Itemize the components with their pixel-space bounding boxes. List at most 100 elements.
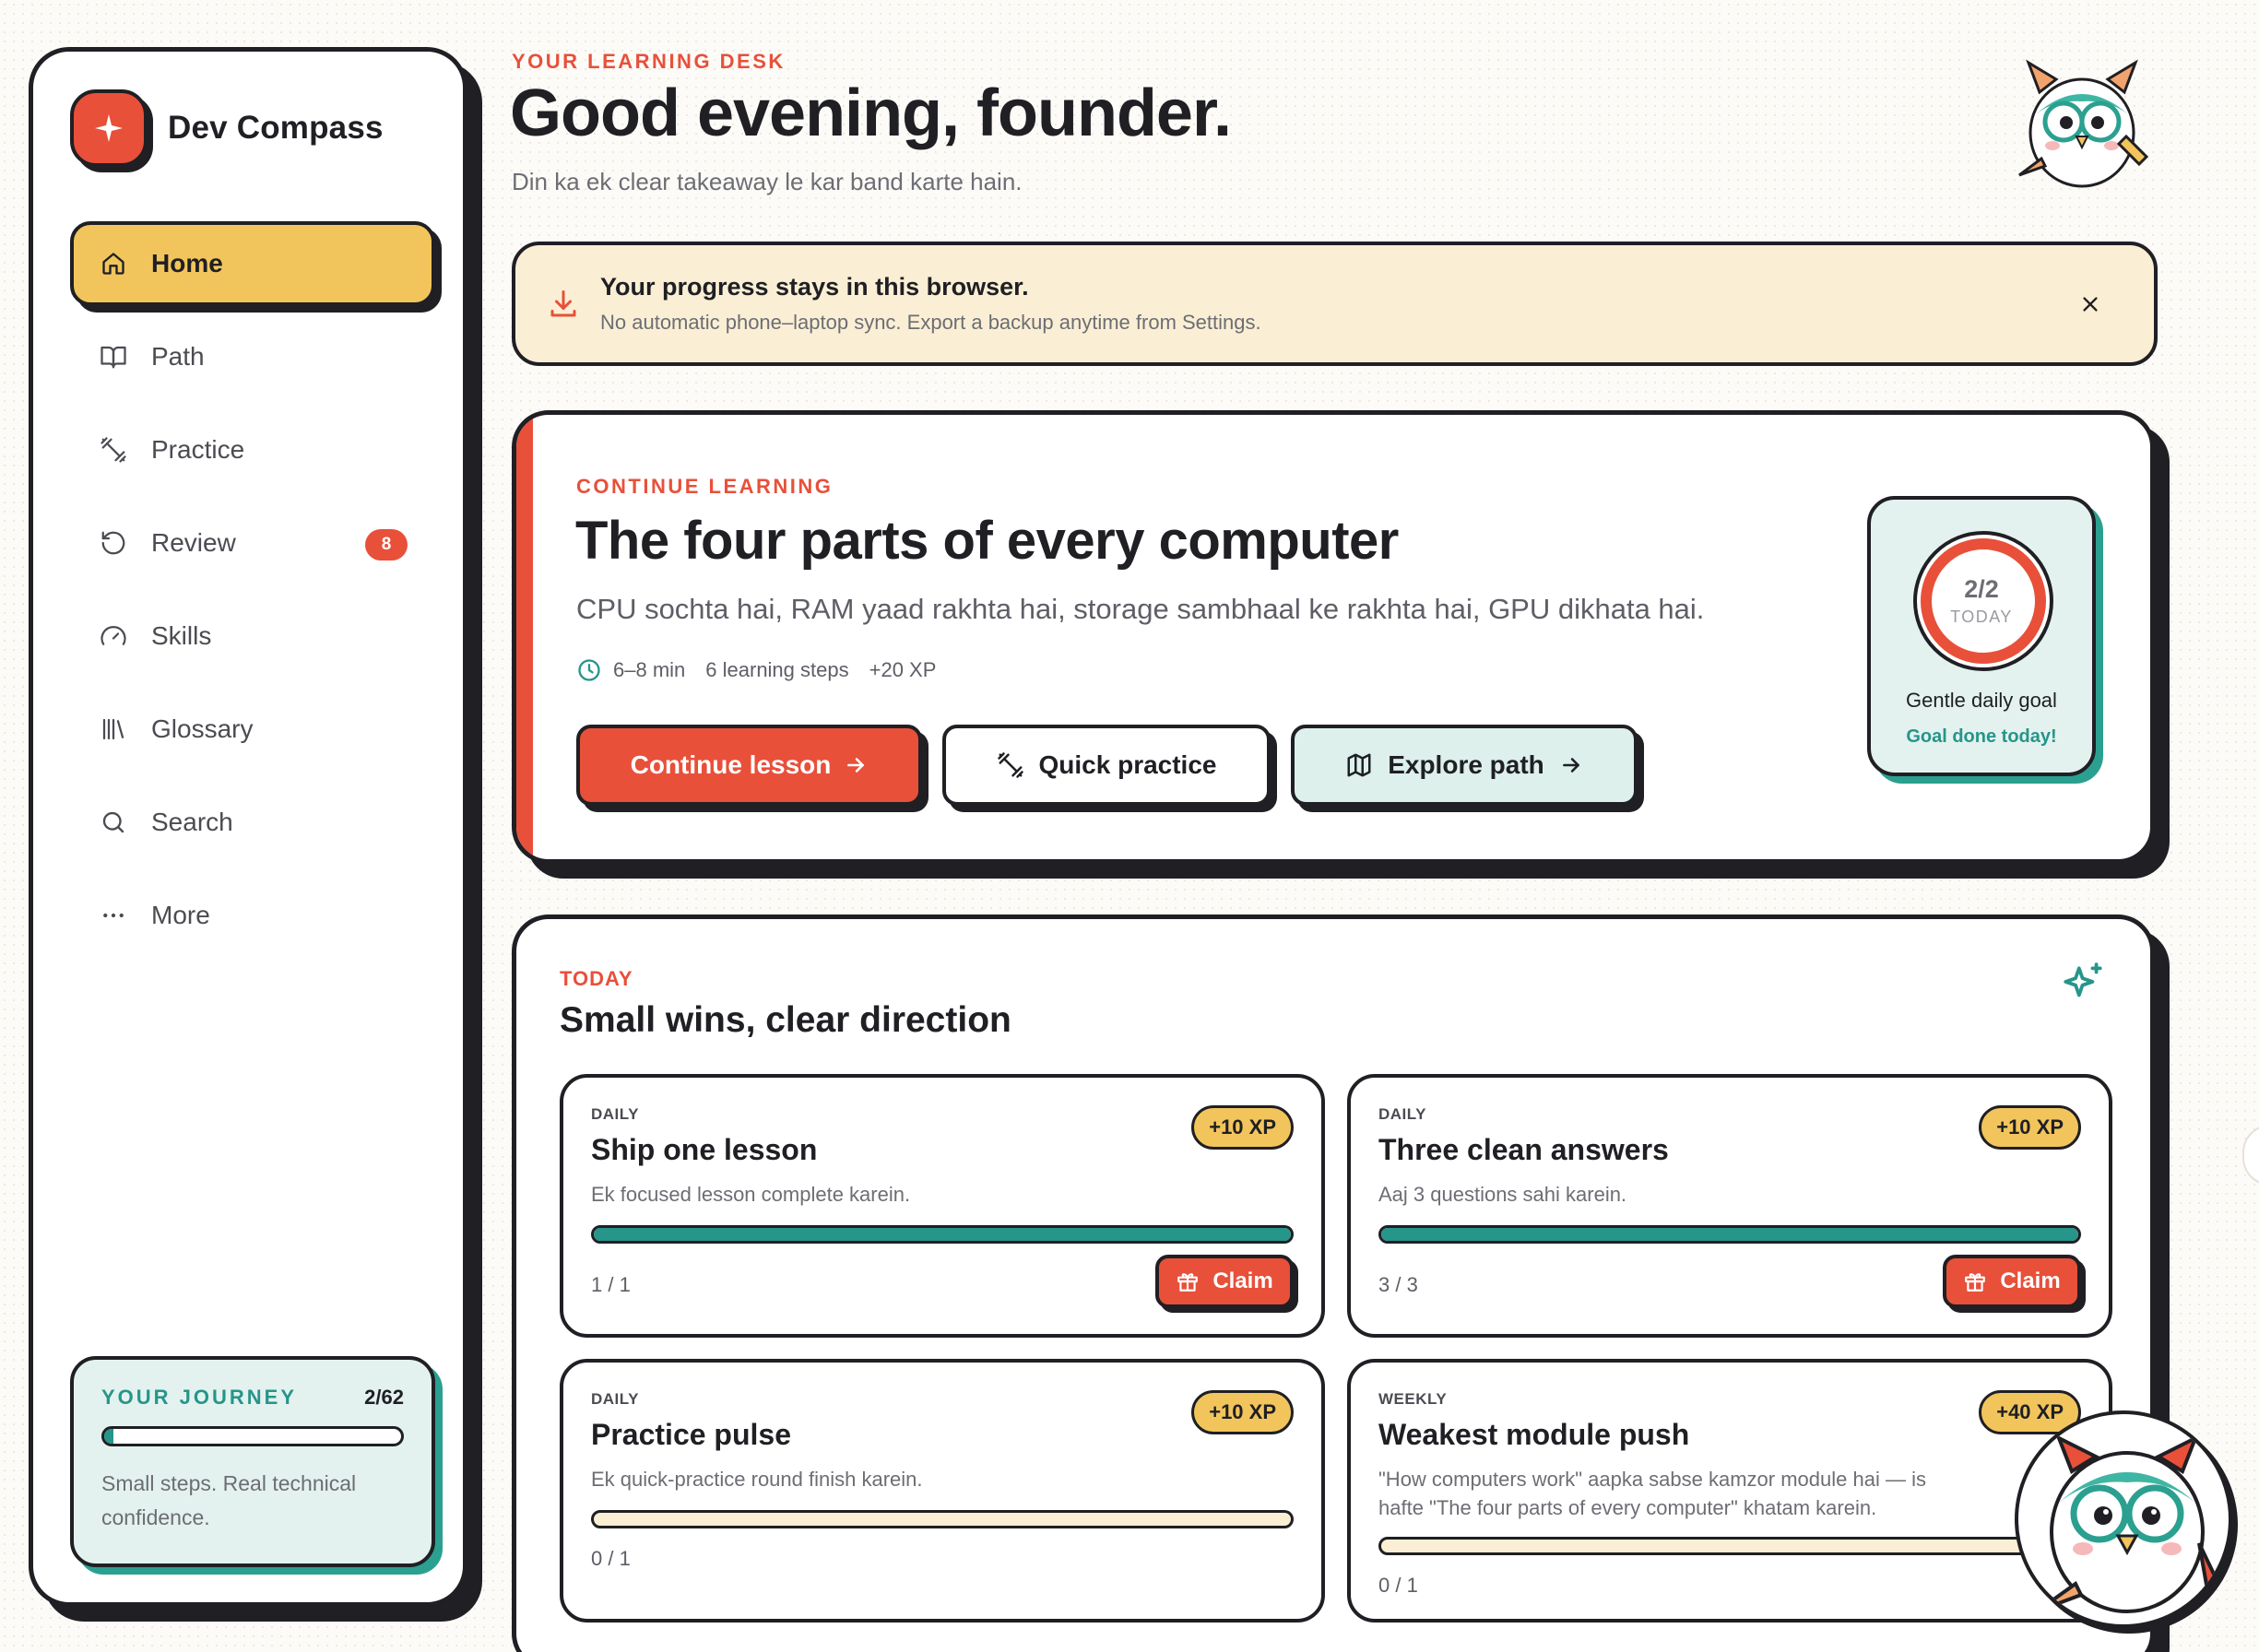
button-label: Explore path (1388, 750, 1544, 779)
daily-goal-status: Goal done today! (1906, 726, 2057, 747)
sidebar: Dev Compass Home Path Practice Review 8 … (29, 47, 467, 1607)
sidebar-item-label: Glossary (151, 714, 254, 743)
journey-count: 2/62 (364, 1386, 404, 1409)
sidebar-item-home[interactable]: Home (70, 221, 435, 306)
today-eyebrow: TODAY (560, 967, 633, 990)
quest-description: "How computers work" aapka sabse kamzor … (1378, 1468, 1926, 1519)
journey-progress-bar (101, 1426, 404, 1446)
daily-goal-card: 2/2 TODAY Gentle daily goal Goal done to… (1867, 496, 2096, 776)
rotate-ccw-icon (98, 527, 129, 559)
lesson-title: The four parts of every computer (575, 511, 1399, 571)
dumbbell-icon (98, 434, 129, 466)
quest-progress-fill (594, 1228, 1291, 1241)
button-label: Claim (2000, 1268, 2061, 1293)
quest-title: Ship one lesson (591, 1133, 818, 1166)
close-icon[interactable] (2076, 290, 2104, 318)
sidebar-item-label: Practice (151, 435, 245, 464)
quest-card: DAILY Three clean answers Aaj 3 question… (1347, 1074, 2112, 1338)
quest-kind: WEEKLY (1378, 1390, 1448, 1408)
sidebar-item-label: Skills (151, 621, 212, 650)
quest-description: Ek quick-practice round finish karein. (591, 1468, 923, 1491)
arrow-right-icon (844, 753, 868, 777)
quest-progress-bar (1378, 1537, 2081, 1555)
download-icon (547, 288, 580, 321)
search-icon (98, 807, 129, 838)
quest-count: 3 / 3 (1378, 1273, 1418, 1296)
owl-mascot-icon (2008, 55, 2156, 194)
sidebar-item-skills[interactable]: Skills (70, 594, 435, 678)
quest-description: Ek focused lesson complete karein. (591, 1183, 911, 1206)
gift-icon (1963, 1269, 1987, 1293)
more-horizontal-icon (98, 900, 129, 931)
page-title: Good evening, founder. (510, 77, 1232, 150)
journey-card: YOUR JOURNEY 2/62 Small steps. Real tech… (70, 1356, 435, 1567)
lesson-meta: 6–8 min 6 learning steps +20 XP (576, 657, 956, 683)
clock-icon (576, 657, 602, 683)
sidebar-item-practice[interactable]: Practice (70, 407, 435, 492)
sidebar-item-label: Home (151, 249, 223, 277)
book-open-icon (98, 341, 129, 372)
quest-progress-bar (591, 1510, 1294, 1528)
arrow-right-icon (1559, 753, 1583, 777)
claim-button[interactable]: Claim (1943, 1255, 2081, 1308)
button-label: Quick practice (1038, 750, 1217, 779)
sparkles-icon (2060, 961, 2106, 1007)
explore-path-button[interactable]: Explore path (1291, 725, 1638, 806)
sidebar-item-path[interactable]: Path (70, 314, 435, 399)
map-icon (1345, 751, 1373, 779)
lesson-duration: 6–8 min (613, 658, 686, 681)
quest-progress-bar (591, 1225, 1294, 1244)
local-storage-notice: Your progress stays in this browser. No … (512, 242, 2158, 366)
sidebar-item-more[interactable]: More (70, 873, 435, 958)
notice-subtitle: No automatic phone–laptop sync. Export a… (600, 311, 1261, 334)
dumbbell-icon (997, 751, 1024, 779)
sidebar-item-glossary[interactable]: Glossary (70, 687, 435, 772)
today-quests-card: TODAY Small wins, clear direction DAILY … (512, 914, 2155, 1652)
gauge-icon (98, 620, 129, 652)
continue-eyebrow: CONTINUE LEARNING (576, 475, 834, 498)
quest-count: 0 / 1 (591, 1547, 631, 1570)
quest-card: DAILY Ship one lesson Ek focused lesson … (560, 1074, 1325, 1338)
claim-button[interactable]: Claim (1155, 1255, 1294, 1308)
sidebar-item-label: Path (151, 342, 205, 371)
quest-kind: DAILY (591, 1390, 639, 1408)
quest-xp-badge: +10 XP (1191, 1390, 1294, 1434)
notice-title: Your progress stays in this browser. (600, 273, 1029, 301)
daily-goal-title: Gentle daily goal (1906, 689, 2057, 712)
quest-card: DAILY Practice pulse Ek quick-practice r… (560, 1359, 1325, 1622)
quest-progress-bar (1378, 1225, 2081, 1244)
library-icon (98, 714, 129, 745)
header-eyebrow: YOUR LEARNING DESK (512, 50, 786, 73)
compass-logo-icon (70, 89, 148, 167)
lesson-steps: 6 learning steps (705, 658, 849, 681)
daily-goal-today: TODAY (1950, 608, 2013, 626)
review-count-badge: 8 (365, 529, 408, 560)
quest-progress-fill (1381, 1228, 2078, 1241)
quest-title: Practice pulse (591, 1418, 791, 1451)
gift-icon (1176, 1269, 1200, 1293)
mascot-helper-button[interactable] (2015, 1410, 2232, 1628)
button-label: Claim (1212, 1268, 1273, 1293)
lesson-description: CPU sochta hai, RAM yaad rakhta hai, sto… (576, 593, 1705, 625)
quest-count: 1 / 1 (591, 1273, 631, 1296)
quest-description: Aaj 3 questions sahi karein. (1378, 1183, 1627, 1206)
lesson-xp: +20 XP (869, 658, 937, 681)
sidebar-item-label: Search (151, 808, 233, 836)
sidebar-item-search[interactable]: Search (70, 780, 435, 865)
button-label: Continue lesson (630, 750, 832, 779)
quest-xp-badge: +10 XP (1191, 1105, 1294, 1150)
daily-goal-value: 2/2 (1964, 575, 1999, 603)
sidebar-item-label: More (151, 901, 210, 929)
quick-practice-button[interactable]: Quick practice (942, 725, 1271, 806)
sidebar-item-review[interactable]: Review 8 (70, 501, 435, 585)
journey-title: YOUR JOURNEY (101, 1386, 298, 1409)
quest-kind: DAILY (1378, 1105, 1426, 1123)
page-subtitle: Din ka ek clear takeaway le kar band kar… (512, 168, 1023, 195)
side-panel-handle[interactable] (2242, 1125, 2259, 1186)
brand[interactable]: Dev Compass (70, 89, 384, 167)
today-title: Small wins, clear direction (560, 1000, 1011, 1040)
quest-title: Weakest module push (1378, 1418, 1690, 1451)
continue-lesson-button[interactable]: Continue lesson (576, 725, 922, 806)
quest-kind: DAILY (591, 1105, 639, 1123)
quest-count: 0 / 1 (1378, 1574, 1418, 1597)
